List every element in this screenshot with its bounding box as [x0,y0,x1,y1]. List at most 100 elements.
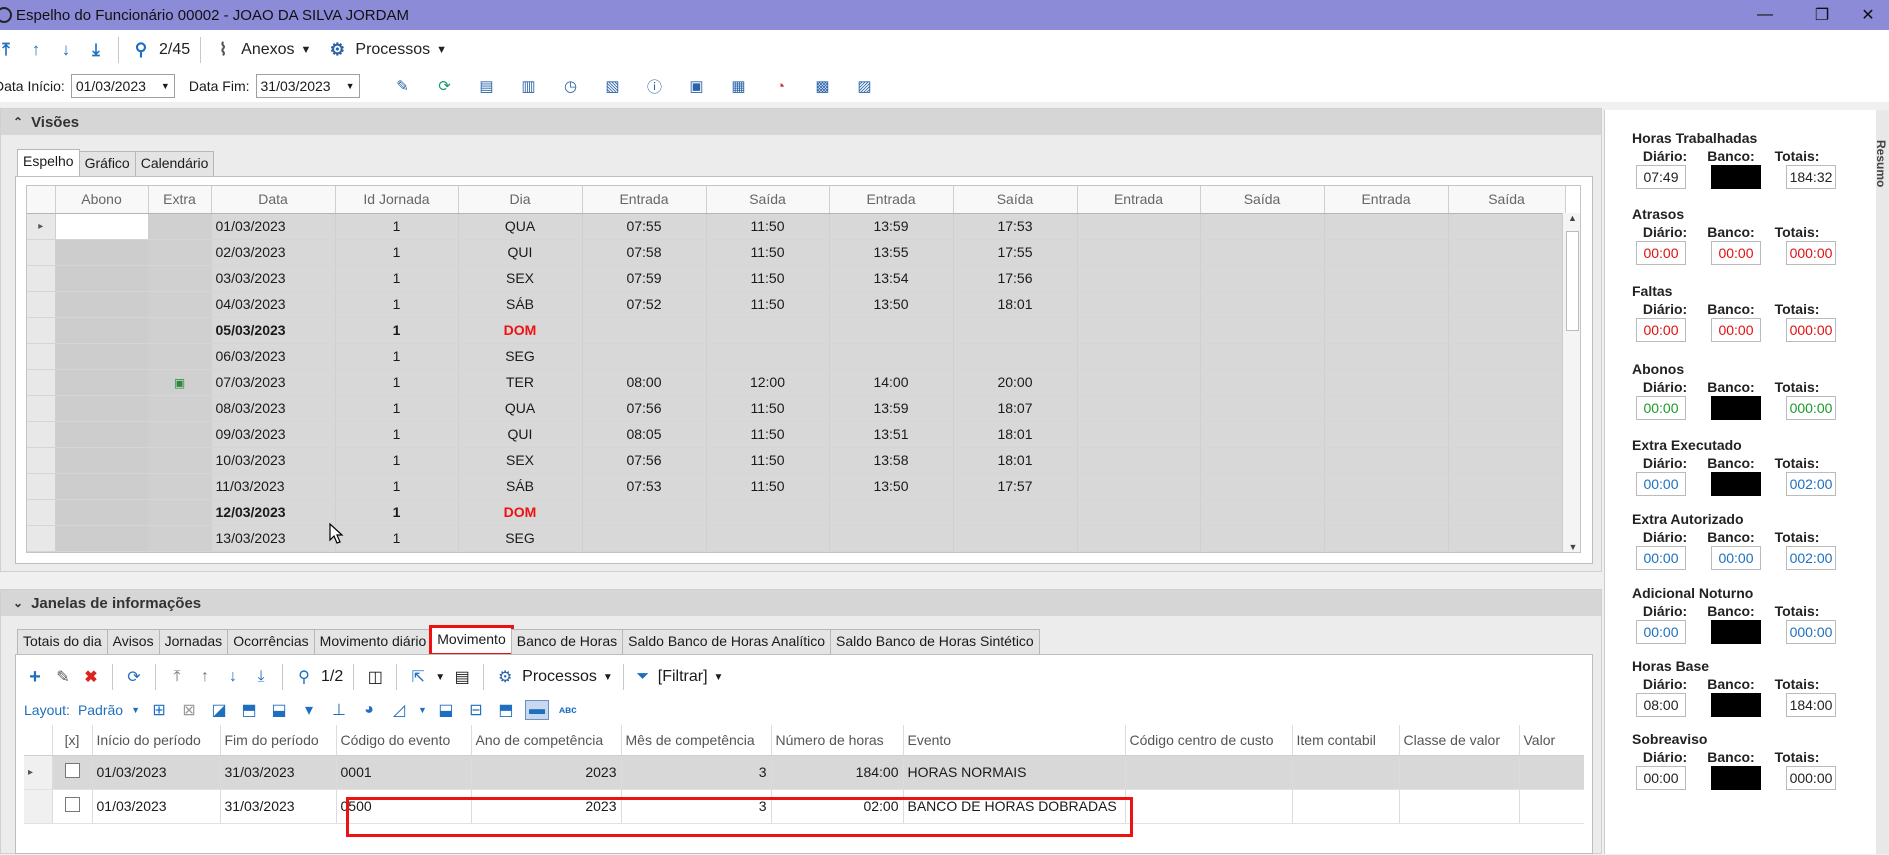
column-header[interactable]: Entrada [1324,186,1449,214]
refresh-icon[interactable]: ⟳ [123,667,145,687]
clock-icon[interactable]: ◷ [558,74,584,98]
checkbox[interactable] [64,797,80,812]
file-settings-icon[interactable]: ▧ [600,74,626,98]
first-record-icon[interactable]: ⤒ [166,668,188,686]
add-icon[interactable]: + [24,666,46,689]
janelas-header[interactable]: ⌄ Janelas de informações [1,590,1601,616]
espelho-row[interactable]: 11/03/2023 1 SÁB 07:53 11:50 13:50 17:57 [27,473,1566,500]
column-header[interactable]: Valor [1519,725,1584,756]
espelho-row[interactable]: 10/03/2023 1 SEX 07:56 11:50 13:58 18:01 [27,447,1566,474]
column-header[interactable]: Mês de competência [621,725,772,756]
row-indicator[interactable] [27,369,56,396]
column-header[interactable]: Entrada [582,186,707,214]
row-indicator[interactable] [27,525,56,552]
layout-select[interactable]: Padrão [78,702,123,718]
checkbox[interactable] [64,763,80,778]
chevron-down-icon[interactable]: ▼ [603,672,613,683]
remove-column-icon[interactable]: ⊠ [178,700,200,720]
row-indicator[interactable] [27,473,56,500]
movimento-row[interactable]: ▸ 01/03/2023 31/03/2023 0001 2023 3 184:00 HORA… [24,755,1584,790]
document-icon[interactable]: ▥ [516,74,542,98]
vertical-scrollbar[interactable]: ▲ ▼ [1562,213,1580,552]
espelho-row[interactable]: 09/03/2023 1 QUI 08:05 11:50 13:51 18:01 [27,421,1566,448]
tab-grafico[interactable]: Gráfico [78,151,136,176]
espelho-row[interactable]: 08/03/2023 1 QUA 07:56 11:50 13:59 18:07 [27,395,1566,422]
tab-saldo-analitico[interactable]: Saldo Banco de Horas Analítico [622,629,832,654]
tab-avisos[interactable]: Avisos [106,629,160,654]
add-column-icon[interactable]: ⊞ [148,700,170,720]
visoes-header[interactable]: ⌃ Visões [1,109,1601,135]
tab-banco-de-horas[interactable]: Banco de Horas [510,629,624,654]
row-checkbox[interactable] [52,789,93,824]
column-header[interactable]: Evento [903,725,1126,756]
column-header[interactable]: Saída [953,186,1078,214]
columns-icon[interactable]: ◫ [364,667,386,687]
scroll-down-icon[interactable]: ▼ [1563,542,1580,552]
alert-clock-icon[interactable]: ◔ [768,74,794,98]
search-icon[interactable]: ⚲ [129,38,153,62]
espelho-row[interactable]: 02/03/2023 1 QUI 07:58 11:50 13:55 17:55 [27,239,1566,266]
column-header[interactable]: Dia [458,186,583,214]
minimize-button[interactable]: — [1742,0,1788,30]
row-indicator[interactable] [27,421,56,448]
report-icon[interactable]: ▤ [474,74,500,98]
scroll-thumb[interactable] [1566,231,1579,331]
espelho-row[interactable]: 13/03/2023 1 SEG [27,525,1566,552]
resumo-side-tab[interactable]: Resumo [1874,110,1889,854]
search-icon[interactable]: ⚲ [293,667,315,687]
chevron-down-icon[interactable]: ⌄ [13,596,23,610]
data-fim-picker[interactable]: 31/03/2023 ▼ [255,74,360,98]
tab-ocorrencias[interactable]: Ocorrências [227,629,315,654]
row-indicator[interactable] [27,343,56,370]
chart-icon[interactable]: ◿ [388,700,410,720]
tab-espelho[interactable]: Espelho [17,149,80,176]
filtrar-menu[interactable]: [Filtrar] [658,668,708,686]
tab-totais-do-dia[interactable]: Totais do dia [17,629,108,654]
column-header[interactable]: Id Jornada [335,186,459,214]
tab-calendario[interactable]: Calendário [134,151,215,176]
chevron-down-icon[interactable]: ▼ [301,44,312,56]
column-header[interactable]: Código do evento [336,725,472,756]
restore-button[interactable]: ❐ [1799,0,1845,30]
chevron-down-icon[interactable]: ▼ [418,705,427,715]
chevron-down-icon[interactable]: ▼ [131,705,140,715]
paint-icon[interactable]: ▾ [298,700,320,720]
filter-icon[interactable]: ⏷ [634,668,652,686]
column-header[interactable]: Data [211,186,336,214]
chevron-down-icon[interactable]: ▼ [714,672,724,683]
move-up-icon[interactable]: ⬒ [238,700,260,720]
previous-record-icon[interactable]: ↑ [24,38,48,62]
column-header[interactable]: Item contabil [1292,725,1400,756]
tab-saldo-sintetico[interactable]: Saldo Banco de Horas Sintético [830,629,1040,654]
espelho-row[interactable]: ▸ 01/03/2023 1 QUA 07:55 11:50 13:59 17:53 [27,213,1566,240]
export-icon[interactable]: ⇱ [407,667,429,687]
row-indicator[interactable] [27,395,56,422]
column-header[interactable]: Saída [706,186,830,214]
column-header[interactable]: [x] [52,725,93,756]
row-checkbox[interactable] [52,755,93,790]
row-indicator[interactable] [27,499,56,526]
espelho-row[interactable]: 12/03/2023 1 DOM [27,499,1566,526]
delete-icon[interactable]: ✖ [80,667,102,687]
column-header[interactable]: Início do período [92,725,221,756]
shapes-icon[interactable]: ◕ [358,701,380,719]
row-indicator[interactable] [27,291,56,318]
pin-icon[interactable]: ⊥ [328,700,350,720]
espelho-row[interactable]: 06/03/2023 1 SEG [27,343,1566,370]
layout-top-icon[interactable]: ⬒ [495,700,517,720]
espelho-row[interactable]: 04/03/2023 1 SÁB 07:52 11:50 13:50 18:01 [27,291,1566,318]
edit-icon[interactable]: ✎ [52,667,74,687]
processos-menu[interactable]: Processos [355,41,430,59]
data-inicio-picker[interactable]: 01/03/2023 ▼ [70,74,175,98]
tab-jornadas[interactable]: Jornadas [158,629,229,654]
column-header[interactable]: Entrada [829,186,954,214]
document-icon[interactable]: ▤ [451,667,473,687]
next-record-icon[interactable]: ↓ [222,668,244,686]
row-indicator[interactable]: ▸ [24,755,53,790]
column-header[interactable]: Ano de competência [471,725,622,756]
calendar-icon[interactable]: ▩ [810,74,836,98]
scroll-up-icon[interactable]: ▲ [1563,213,1580,229]
last-record-icon[interactable]: ⤓ [84,38,108,62]
column-header[interactable]: Código centro de custo [1125,725,1293,756]
contact-icon[interactable]: ▣ [684,74,710,98]
